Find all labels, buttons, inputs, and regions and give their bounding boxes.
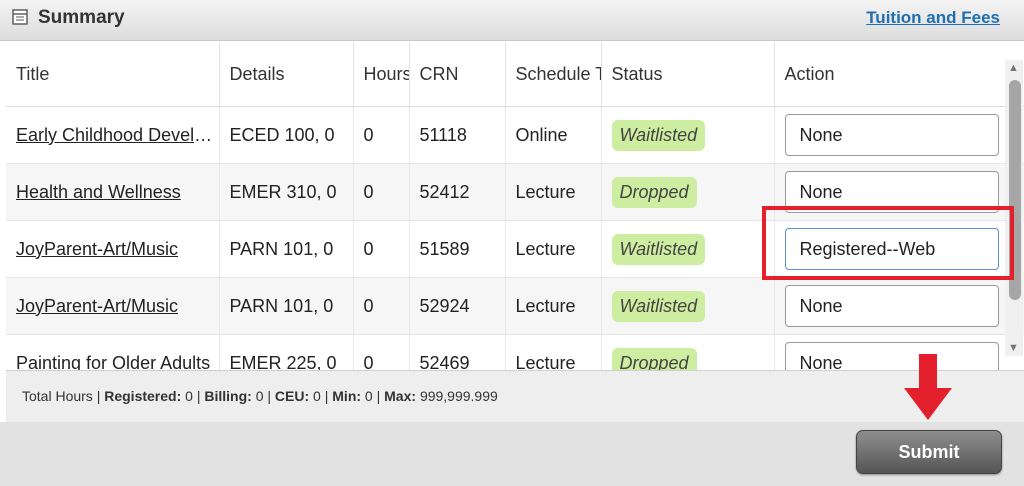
action-dropdown-selected[interactable]: Registered--Web	[784, 228, 999, 270]
course-action: None	[774, 334, 1024, 370]
table-scrollbar[interactable]: ▲ ▼	[1005, 60, 1023, 356]
max-label: Max:	[384, 388, 417, 404]
registered-label: Registered:	[104, 388, 182, 404]
status-badge: Dropped	[611, 176, 697, 208]
min-value: 0	[364, 388, 373, 404]
course-title-link[interactable]: JoyParent-Art/Music	[6, 277, 220, 335]
summary-panel: Summary Tuition and Fees Title Details H…	[0, 0, 1024, 486]
course-schedule-type: Lecture	[505, 163, 602, 221]
table-row: Early Childhood Development ECED 100, 0 …	[6, 106, 1024, 164]
summary-header: Summary Tuition and Fees	[0, 0, 1024, 41]
summary-table-area: Title Details Hours CRN Schedule Type St…	[6, 42, 1024, 370]
action-dropdown[interactable]: None	[784, 342, 999, 370]
status-badge: Dropped	[611, 347, 697, 370]
course-status: Dropped	[601, 163, 775, 221]
course-schedule-type: Lecture	[505, 334, 602, 370]
course-details: EMER 225, 0	[219, 334, 354, 370]
table-row: JoyParent-Art/Music PARN 101, 0 0 51589 …	[6, 220, 1024, 278]
tuition-and-fees-link[interactable]: Tuition and Fees	[866, 8, 1000, 28]
course-details: EMER 310, 0	[219, 163, 354, 221]
course-action: None	[774, 163, 1024, 221]
column-header-schedule-type[interactable]: Schedule Type	[505, 42, 602, 107]
action-dropdown[interactable]: None	[784, 285, 999, 327]
column-header-details[interactable]: Details	[219, 42, 354, 107]
table-row: Painting for Older Adults EMER 225, 0 0 …	[6, 334, 1024, 370]
ceu-label: CEU:	[274, 388, 310, 404]
column-header-hours[interactable]: Hours	[353, 42, 410, 107]
course-details: ECED 100, 0	[219, 106, 354, 164]
column-header-title[interactable]: Title	[6, 42, 220, 107]
min-label: Min:	[332, 388, 362, 404]
table-header-row: Title Details Hours CRN Schedule Type St…	[6, 42, 1024, 107]
down-arrow-icon	[904, 354, 952, 420]
column-header-action[interactable]: Action	[774, 42, 1024, 107]
course-crn: 52412	[409, 163, 506, 221]
course-title-link[interactable]: JoyParent-Art/Music	[6, 220, 220, 278]
course-hours: 0	[353, 277, 410, 335]
course-schedule-type: Lecture	[505, 277, 602, 335]
scroll-down-icon[interactable]: ▼	[1008, 342, 1019, 354]
course-crn: 51589	[409, 220, 506, 278]
course-crn: 51118	[409, 106, 506, 164]
ceu-value: 0	[313, 388, 321, 404]
submit-button[interactable]: Submit	[856, 430, 1002, 474]
course-schedule-type: Online	[505, 106, 602, 164]
action-dropdown[interactable]: None	[784, 114, 999, 156]
status-badge: Waitlisted	[611, 119, 706, 151]
totals-footer: Total Hours | Registered: 0 | Billing: 0…	[6, 370, 1024, 424]
course-hours: 0	[353, 106, 410, 164]
course-status: Waitlisted	[601, 106, 775, 164]
billing-value: 0	[255, 388, 264, 404]
course-title-link[interactable]: Painting for Older Adults	[6, 334, 220, 370]
summary-title: Summary	[38, 7, 125, 28]
column-header-crn[interactable]: CRN	[409, 42, 506, 107]
course-title-link[interactable]: Health and Wellness	[6, 163, 220, 221]
column-header-status[interactable]: Status	[601, 42, 775, 107]
course-status: Dropped	[601, 334, 775, 370]
action-dropdown[interactable]: None	[784, 171, 999, 213]
registered-value: 0	[185, 388, 193, 404]
total-hours-label: Total Hours |	[22, 388, 101, 404]
course-action: None	[774, 106, 1024, 164]
course-details: PARN 101, 0	[219, 220, 354, 278]
billing-label: Billing:	[204, 388, 252, 404]
course-schedule-type: Lecture	[505, 220, 602, 278]
course-action: Registered--Web	[774, 220, 1024, 278]
course-action: None	[774, 277, 1024, 335]
course-crn: 52469	[409, 334, 506, 370]
status-badge: Waitlisted	[611, 233, 706, 265]
course-status: Waitlisted	[601, 277, 775, 335]
max-value: 999,999.999	[419, 388, 498, 404]
course-hours: 0	[353, 220, 410, 278]
course-title-link[interactable]: Early Childhood Development	[6, 106, 220, 164]
course-details: PARN 101, 0	[219, 277, 354, 335]
summary-table: Title Details Hours CRN Schedule Type St…	[6, 42, 1024, 370]
course-hours: 0	[353, 334, 410, 370]
scrollbar-thumb[interactable]	[1009, 80, 1021, 300]
total-hours-summary: Total Hours | Registered: 0 | Billing: 0…	[22, 388, 498, 404]
course-hours: 0	[353, 163, 410, 221]
status-badge: Waitlisted	[611, 290, 706, 322]
table-row: JoyParent-Art/Music PARN 101, 0 0 52924 …	[6, 277, 1024, 335]
table-row: Health and Wellness EMER 310, 0 0 52412 …	[6, 163, 1024, 221]
course-status: Waitlisted	[601, 220, 775, 278]
scroll-up-icon[interactable]: ▲	[1008, 62, 1019, 74]
course-crn: 52924	[409, 277, 506, 335]
table-icon	[12, 9, 28, 25]
